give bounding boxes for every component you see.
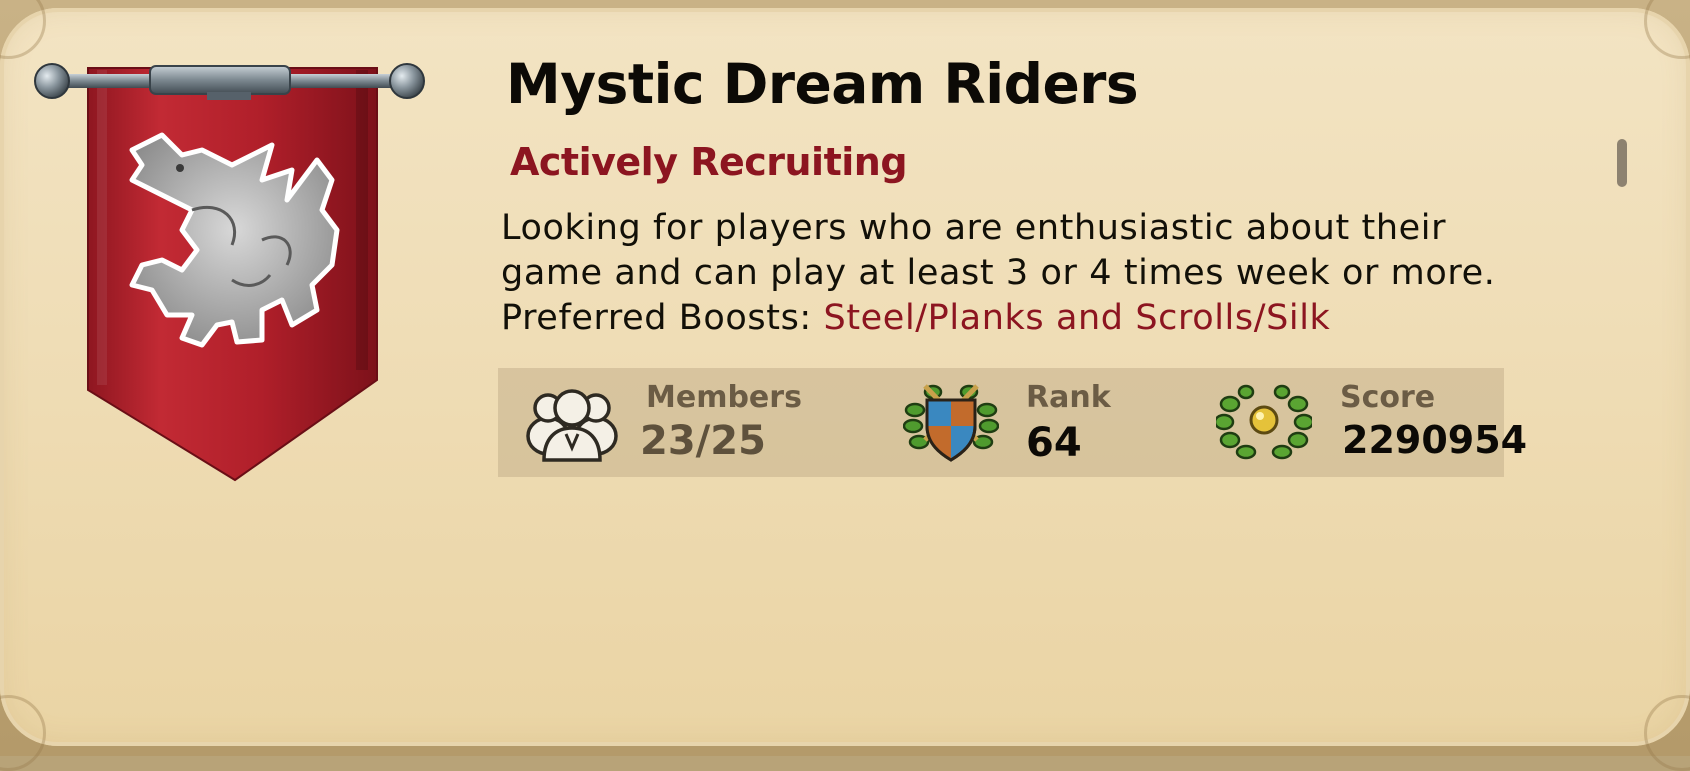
corner-ornament	[0, 0, 46, 59]
recruiting-status: Actively Recruiting	[510, 140, 908, 184]
score-label: Score	[1340, 380, 1436, 415]
preferred-boosts: Steel/Planks and Scrolls/Silk	[823, 298, 1331, 338]
rank-value: 64	[1026, 420, 1082, 466]
members-icon	[526, 389, 618, 462]
dragon-banner-icon	[34, 63, 425, 482]
corner-ornament	[1644, 0, 1690, 59]
rank-label: Rank	[1026, 380, 1111, 415]
members-label: Members	[646, 380, 802, 415]
rank-shield-icon	[903, 384, 999, 462]
corner-ornament	[1644, 695, 1690, 771]
score-value: 2290954	[1342, 418, 1528, 462]
laurel-score-icon	[1216, 384, 1312, 460]
members-value: 23/25	[640, 418, 766, 464]
window-frame: Mystic Dream Riders Actively Recruiting …	[0, 0, 1690, 771]
guild-stats-bar: Members 23/25 Rank 64 Score 2290954	[498, 368, 1527, 477]
guild-banner	[32, 60, 432, 490]
guild-description: Looking for players who are enthusiastic…	[501, 206, 1521, 341]
scrollbar-thumb[interactable]	[1617, 139, 1627, 187]
guild-name: Mystic Dream Riders	[506, 52, 1139, 116]
corner-ornament	[0, 695, 46, 771]
